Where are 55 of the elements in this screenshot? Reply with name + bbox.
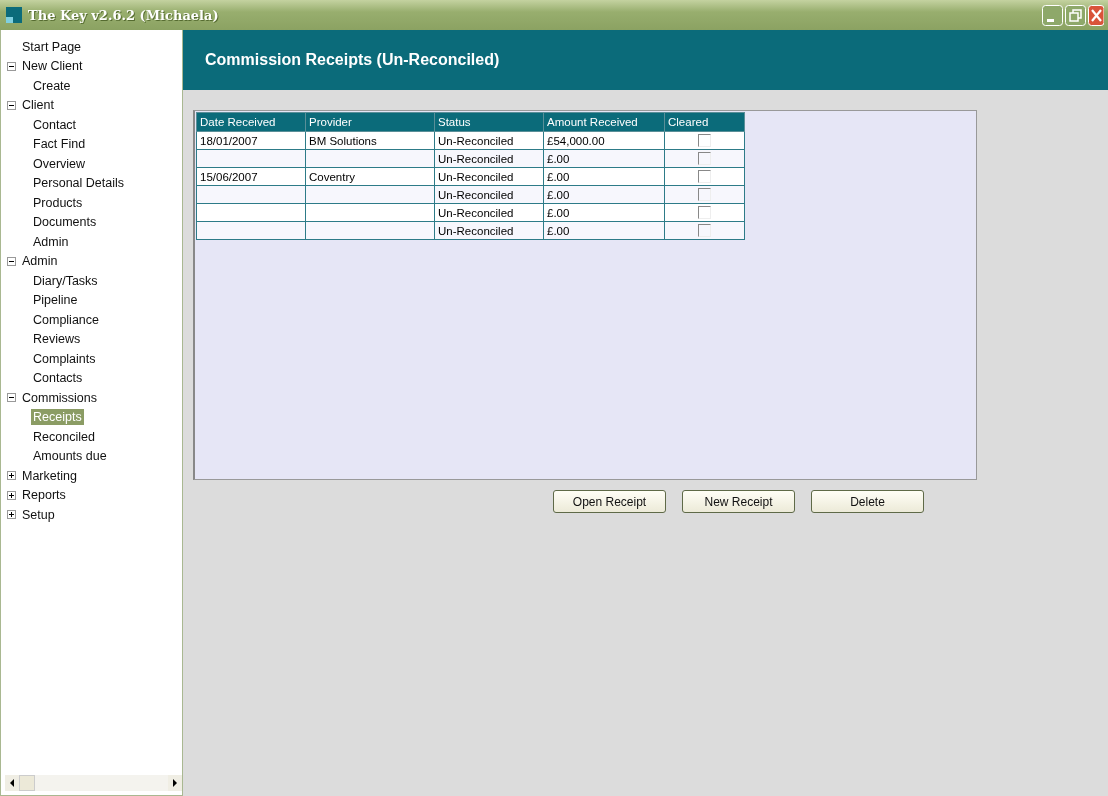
tree-item[interactable]: Admin: [31, 233, 71, 250]
tree-item[interactable]: Amounts due: [31, 448, 109, 465]
checkbox[interactable]: [698, 224, 711, 238]
action-button[interactable]: New Receipt: [682, 490, 795, 513]
tree-item[interactable]: Reports: [20, 487, 68, 504]
app-icon: [6, 7, 22, 23]
tree-item[interactable]: Admin: [20, 253, 60, 270]
tree-item[interactable]: Personal Details: [31, 175, 126, 192]
window-title: The Key v2.6.2 (Michaela): [28, 7, 219, 23]
tree-item[interactable]: Setup: [20, 506, 57, 523]
column-header[interactable]: Status: [434, 112, 544, 132]
scroll-left-icon[interactable]: [5, 775, 19, 791]
collapse-icon[interactable]: [7, 100, 16, 110]
tree-item[interactable]: New Client: [20, 58, 85, 75]
checkbox[interactable]: [698, 188, 711, 202]
tree-item[interactable]: Commissions: [20, 389, 99, 406]
tree-item[interactable]: Overview: [31, 155, 88, 172]
column-header[interactable]: Provider: [305, 112, 435, 132]
collapse-icon[interactable]: [7, 393, 16, 403]
tree-item[interactable]: Compliance: [31, 311, 101, 328]
tree-item[interactable]: Products: [31, 194, 85, 211]
tree-item[interactable]: Marketing: [20, 467, 79, 484]
page-title: Commission Receipts (Un-Reconciled): [205, 51, 500, 69]
column-header[interactable]: Date Received: [196, 112, 306, 132]
expand-icon[interactable]: [7, 471, 16, 481]
collapse-icon[interactable]: [7, 256, 16, 266]
close-icon[interactable]: [1088, 4, 1104, 26]
tree-item[interactable]: Reviews: [31, 331, 83, 348]
action-button[interactable]: Delete: [811, 490, 924, 513]
tree-item[interactable]: Client: [20, 97, 56, 114]
tree-item[interactable]: Diary/Tasks: [31, 272, 100, 289]
tree-item[interactable]: Start Page: [20, 38, 84, 55]
restore-icon[interactable]: [1065, 4, 1086, 26]
expand-icon[interactable]: [7, 490, 16, 500]
collapse-icon[interactable]: [7, 61, 16, 71]
minimize-icon[interactable]: [1042, 4, 1063, 26]
scroll-right-icon[interactable]: [168, 775, 182, 791]
expand-icon[interactable]: [7, 510, 16, 520]
tree-item[interactable]: Reconciled: [31, 428, 97, 445]
checkbox[interactable]: [698, 206, 711, 220]
tree-item[interactable]: Complaints: [31, 350, 98, 367]
tree-item[interactable]: Pipeline: [31, 292, 80, 309]
checkbox[interactable]: [698, 170, 711, 184]
scrollbar-thumb[interactable]: [19, 775, 35, 791]
checkbox[interactable]: [698, 134, 711, 148]
column-header[interactable]: Amount Received: [543, 112, 665, 132]
tree-item[interactable]: Contacts: [31, 370, 85, 387]
tree-item[interactable]: Create: [31, 77, 73, 94]
tree-item[interactable]: Documents: [31, 214, 99, 231]
tree-item[interactable]: Contact: [31, 116, 79, 133]
tree-item[interactable]: Fact Find: [31, 136, 88, 153]
action-button[interactable]: Open Receipt: [553, 490, 666, 513]
column-header[interactable]: Cleared: [664, 112, 745, 132]
horizontal-scrollbar[interactable]: [5, 775, 182, 791]
checkbox[interactable]: [698, 152, 711, 166]
